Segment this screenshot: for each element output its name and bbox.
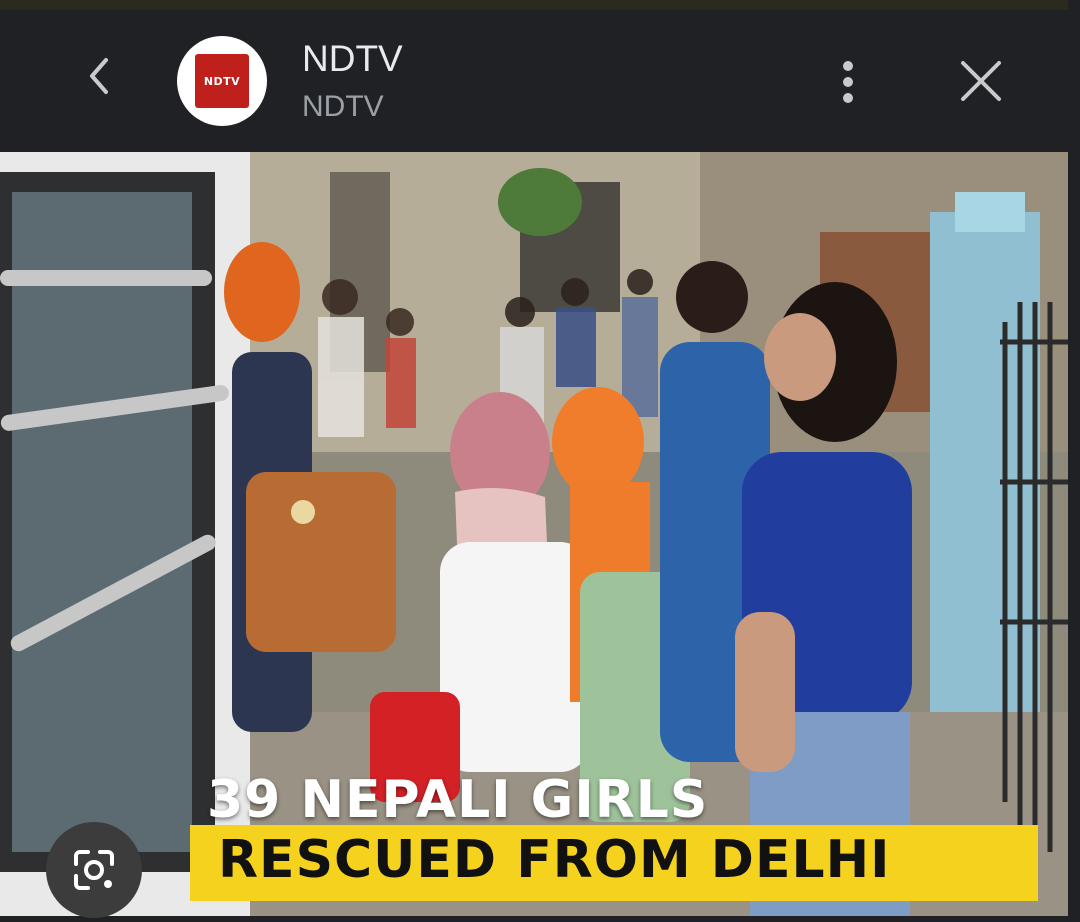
source-avatar[interactable]: NDTV xyxy=(177,36,267,126)
more-vert-icon xyxy=(843,61,853,103)
chevron-left-icon xyxy=(90,58,108,94)
source-subtitle: NDTV xyxy=(302,90,384,123)
top-status-strip xyxy=(0,0,1080,10)
back-button[interactable] xyxy=(70,46,126,102)
headline-line-1: 39 NEPALI GIRLS xyxy=(207,770,709,830)
viewer-header: NDTV NDTV NDTV xyxy=(0,10,1068,126)
headline-line-2: RESCUED FROM DELHI xyxy=(218,830,891,890)
close-icon xyxy=(961,61,1001,101)
right-gutter xyxy=(1068,0,1080,922)
close-button[interactable] xyxy=(952,54,1010,110)
source-title[interactable]: NDTV xyxy=(302,38,403,80)
google-lens-icon xyxy=(74,850,114,890)
google-lens-button[interactable] xyxy=(46,822,142,918)
ndtv-logo: NDTV xyxy=(195,54,249,108)
logo-text: NDTV xyxy=(203,74,241,88)
more-options-button[interactable] xyxy=(826,54,870,110)
